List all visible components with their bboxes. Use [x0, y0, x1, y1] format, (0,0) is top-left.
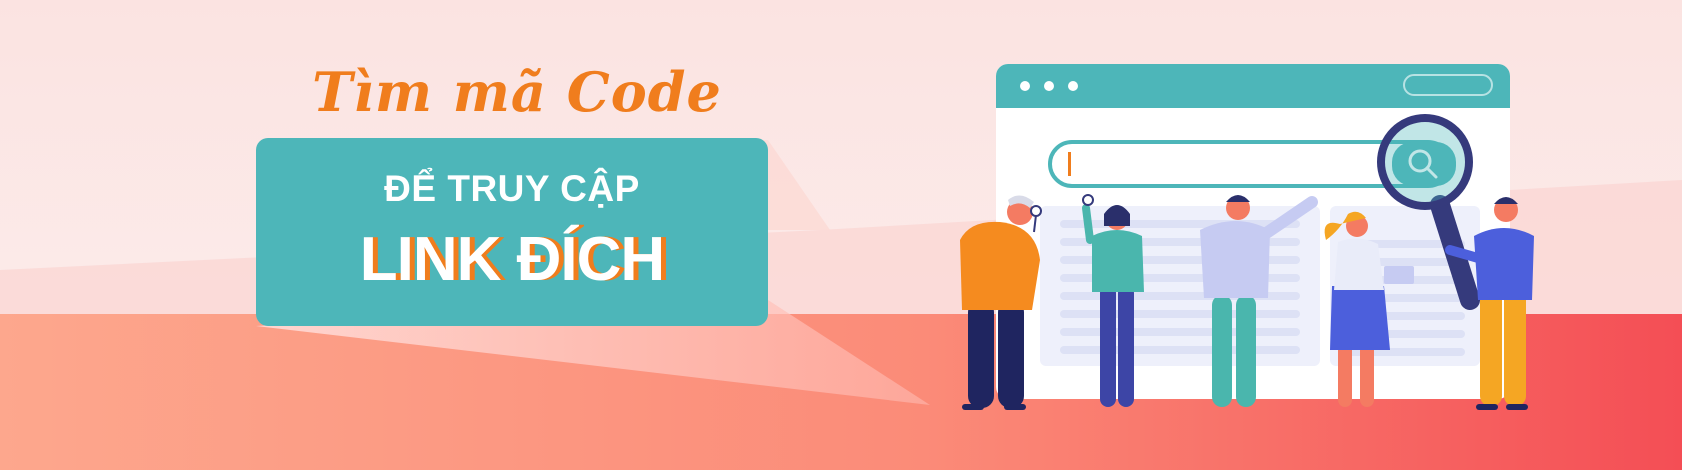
search-illustration — [960, 64, 1534, 410]
window-dot-icon — [1068, 81, 1078, 91]
window-dot-icon — [1044, 81, 1054, 91]
window-dot-icon — [1020, 81, 1030, 91]
banner: Tìm mã Code ĐỂ TRUY CẬP LINK ĐÍCH — [0, 0, 1682, 470]
